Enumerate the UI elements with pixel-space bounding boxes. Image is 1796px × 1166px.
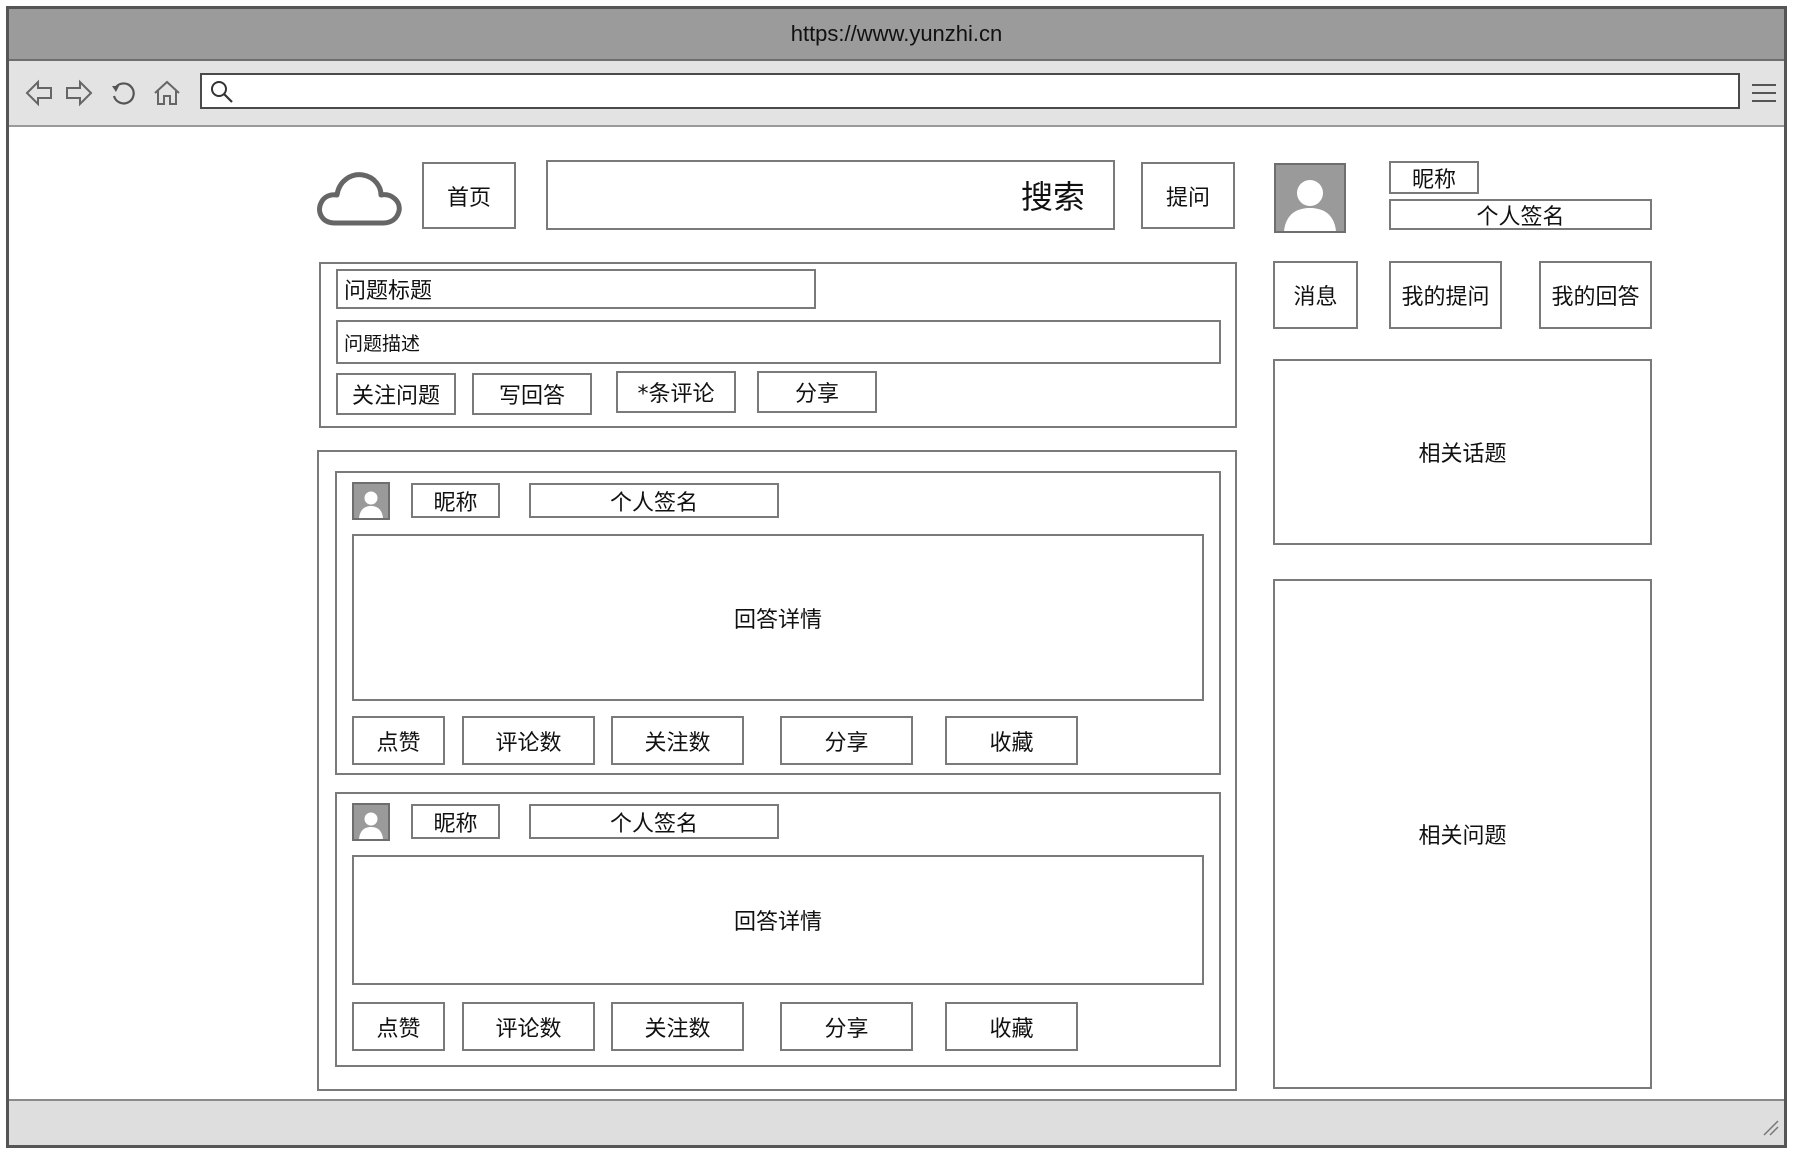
comment-count-button[interactable]: 评论数	[462, 1002, 595, 1051]
favorite-button[interactable]: 收藏	[945, 1002, 1078, 1051]
answers-container: 昵称 个人签名 回答详情 点赞 评论数 关注数 分享 收藏 昵称 个人签名 回答…	[317, 450, 1237, 1091]
title-bar: https://www.yunzhi.cn	[9, 9, 1784, 61]
back-arrow-icon[interactable]	[21, 75, 57, 111]
favorite-button[interactable]: 收藏	[945, 716, 1078, 765]
like-button[interactable]: 点赞	[352, 716, 445, 765]
question-description: 问题描述	[336, 320, 1221, 364]
forward-arrow-icon[interactable]	[61, 75, 97, 111]
comments-button[interactable]: *条评论	[616, 371, 736, 413]
related-topics-panel: 相关话题	[1273, 359, 1652, 545]
answer-card: 昵称 个人签名 回答详情 点赞 评论数 关注数 分享 收藏	[335, 471, 1221, 775]
browser-window: https://www.yunzhi.cn 首页 搜索 提问 昵称 个人签名 消…	[6, 6, 1787, 1148]
related-questions-panel: 相关问题	[1273, 579, 1652, 1089]
cloud-icon[interactable]	[315, 161, 405, 231]
write-answer-button[interactable]: 写回答	[472, 373, 592, 415]
answer-nickname: 昵称	[411, 483, 500, 518]
status-bar	[9, 1099, 1784, 1145]
ask-question-button[interactable]: 提问	[1141, 162, 1235, 229]
user-nickname: 昵称	[1389, 161, 1479, 194]
answer-detail: 回答详情	[352, 534, 1204, 701]
user-signature: 个人签名	[1389, 199, 1652, 230]
menu-icon[interactable]	[1746, 75, 1782, 111]
home-icon[interactable]	[149, 75, 185, 111]
follow-question-button[interactable]: 关注问题	[336, 373, 456, 415]
answer-avatar-icon[interactable]	[352, 803, 390, 841]
like-button[interactable]: 点赞	[352, 1002, 445, 1051]
question-title: 问题标题	[336, 269, 816, 309]
my-questions-button[interactable]: 我的提问	[1389, 261, 1502, 329]
answer-signature: 个人签名	[529, 804, 779, 839]
home-nav-button[interactable]: 首页	[422, 162, 516, 229]
follow-count-button[interactable]: 关注数	[611, 716, 744, 765]
search-label: 搜索	[1020, 178, 1085, 216]
reload-icon[interactable]	[105, 75, 141, 111]
answer-card: 昵称 个人签名 回答详情 点赞 评论数 关注数 分享 收藏	[335, 792, 1221, 1067]
share-question-button[interactable]: 分享	[757, 371, 877, 413]
search-icon	[210, 80, 234, 108]
comment-count-button[interactable]: 评论数	[462, 716, 595, 765]
share-answer-button[interactable]: 分享	[780, 716, 913, 765]
page-url-title: https://www.yunzhi.cn	[790, 21, 1003, 46]
my-answers-button[interactable]: 我的回答	[1539, 261, 1652, 329]
search-box[interactable]: 搜索	[546, 160, 1115, 230]
question-panel: 问题标题 问题描述 关注问题 写回答 *条评论 分享	[319, 262, 1237, 428]
user-avatar-icon[interactable]	[1274, 163, 1346, 233]
answer-detail: 回答详情	[352, 855, 1204, 985]
answer-avatar-icon[interactable]	[352, 482, 390, 520]
follow-count-button[interactable]: 关注数	[611, 1002, 744, 1051]
answer-signature: 个人签名	[529, 483, 779, 518]
share-answer-button[interactable]: 分享	[780, 1002, 913, 1051]
browser-toolbar	[9, 61, 1784, 127]
messages-button[interactable]: 消息	[1273, 261, 1358, 329]
url-input[interactable]	[200, 73, 1740, 109]
resize-grip-icon[interactable]	[1760, 1117, 1780, 1141]
answer-nickname: 昵称	[411, 804, 500, 839]
